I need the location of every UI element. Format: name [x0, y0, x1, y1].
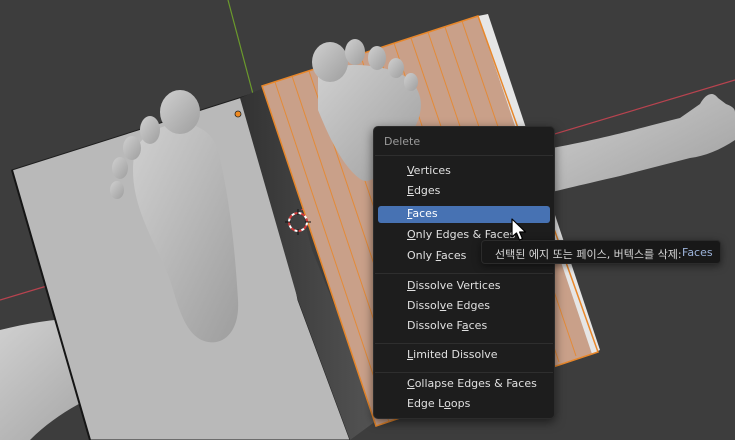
menu-item[interactable]: Vertices — [378, 163, 550, 180]
menu-item-label: Limited Dissolve — [407, 348, 498, 361]
menu-item[interactable]: Dissolve Vertices — [378, 278, 550, 295]
arrow-pointer-icon — [511, 218, 527, 241]
menu-item-label: Edges — [407, 184, 441, 197]
menu-title: Delete — [384, 135, 421, 148]
menu-item-label: Faces — [407, 207, 438, 220]
menu-separator — [375, 273, 553, 274]
menu-item-label: Collapse Edges & Faces — [407, 377, 537, 390]
menu-item-label: Dissolve Faces — [407, 319, 488, 332]
menu-item-label: Vertices — [407, 164, 451, 177]
menu-item[interactable]: Dissolve Faces — [378, 318, 550, 335]
tooltip-value: Faces — [682, 246, 713, 259]
delete-menu: Delete Vertices Edges Faces Only Edges & Fa… — [373, 126, 555, 419]
menu-item[interactable]: Edges — [378, 183, 550, 200]
tooltip-text: 선택된 에지 또는 페이스, 버텍스를 삭제: — [495, 248, 682, 261]
menu-separator — [375, 155, 553, 156]
menu-item-label: Dissolve Edges — [407, 299, 490, 312]
menu-separator — [375, 343, 553, 344]
selected-vertex[interactable] — [234, 110, 242, 118]
menu-item-label: Edge Loops — [407, 397, 471, 410]
menu-item[interactable]: Limited Dissolve — [378, 347, 550, 364]
menu-separator — [375, 372, 553, 373]
3d-viewport[interactable] — [0, 0, 735, 440]
menu-item[interactable]: Edge Loops — [378, 396, 550, 413]
menu-item[interactable]: Dissolve Edges — [378, 298, 550, 315]
menu-item-label: Only Faces — [407, 249, 467, 262]
menu-item-label: Dissolve Vertices — [407, 279, 501, 292]
menu-item[interactable]: Collapse Edges & Faces — [378, 376, 550, 393]
